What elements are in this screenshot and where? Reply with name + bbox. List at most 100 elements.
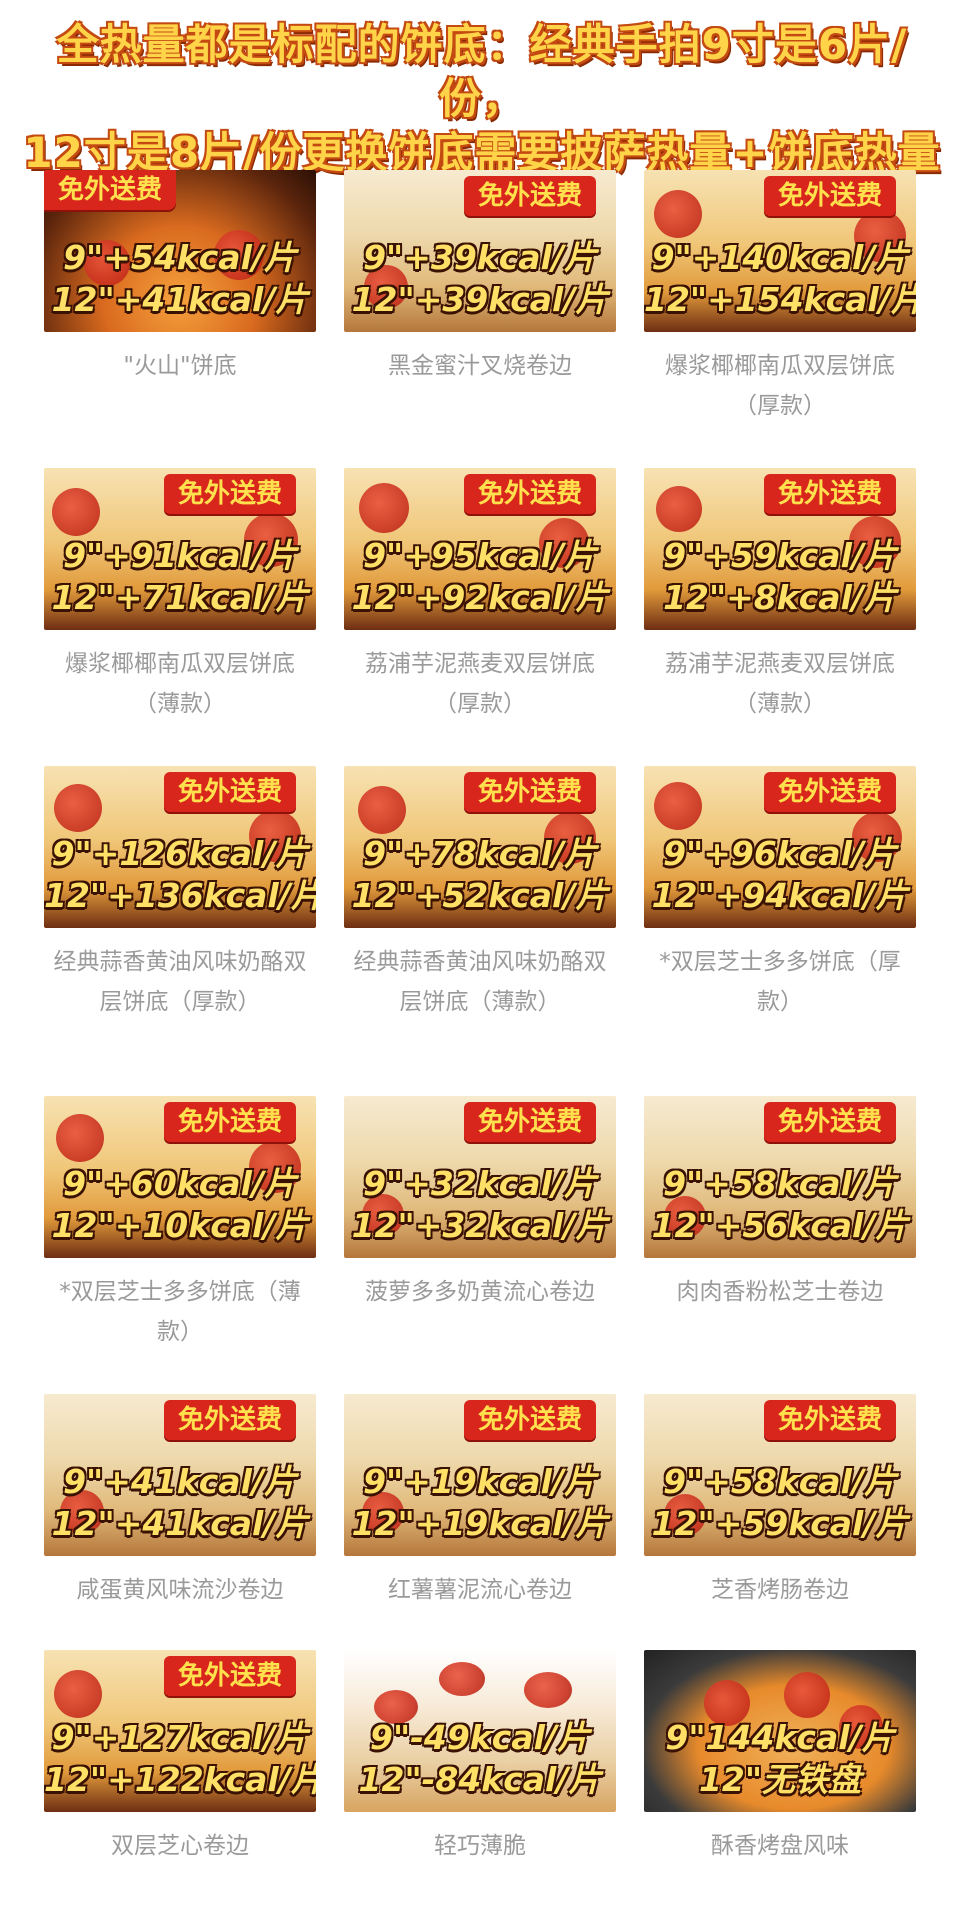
kcal-12-inch: 12"+56kcal/片	[651, 1206, 909, 1245]
pepperoni-decoration	[359, 483, 409, 533]
kcal-9-inch: 9"+19kcal/片	[363, 1462, 597, 1501]
kcal-12-inch: 12"无铁盘	[698, 1760, 862, 1799]
crust-card-double-cheese-stuffed[interactable]: 免外送费 9"+127kcal/片 12"+122kcal/片 双层芝心卷边	[44, 1650, 316, 1866]
free-delivery-badge: 免外送费	[763, 1400, 896, 1440]
free-delivery-badge: 免外送费	[763, 1102, 896, 1142]
kcal-12-inch: 12"+8kcal/片	[663, 578, 897, 617]
crust-card-salted-egg-yolk[interactable]: 免外送费 9"+41kcal/片 12"+41kcal/片 咸蛋黄风味流沙卷边	[44, 1394, 316, 1610]
kcal-12-inch: 12"+122kcal/片	[44, 1760, 316, 1799]
crust-card-taro-oat-thin[interactable]: 免外送费 9"+59kcal/片 12"+8kcal/片 荔浦芋泥燕麦双层饼底（…	[644, 468, 916, 724]
pizza-thumbnail: 免外送费 9"+41kcal/片 12"+41kcal/片	[44, 1394, 316, 1556]
kcal-9-inch: 9"+127kcal/片	[51, 1718, 309, 1757]
crust-card-taro-oat-thick[interactable]: 免外送费 9"+95kcal/片 12"+92kcal/片 荔浦芋泥燕麦双层饼底…	[344, 468, 616, 724]
pepperoni-decoration	[52, 488, 100, 536]
crust-card-pineapple-custard[interactable]: 免外送费 9"+32kcal/片 12"+32kcal/片 菠萝多多奶黄流心卷边	[344, 1096, 616, 1312]
pizza-thumbnail: 9"144kcal/片 12"无铁盘	[644, 1650, 916, 1812]
kcal-12-inch: 12"+154kcal/片	[644, 280, 916, 319]
page: 全热量都是标配的饼底：经典手拍9寸是6片/份， 12寸是8片/份更换饼底需要披萨…	[0, 0, 964, 1920]
crust-name-label: 经典蒜香黄油风味奶酪双层饼底（厚款）	[53, 949, 307, 1015]
kcal-12-inch: 12"+19kcal/片	[351, 1504, 609, 1543]
kcal-12-inch: 12"-84kcal/片	[358, 1760, 602, 1799]
crust-card-coconut-pumpkin-thick[interactable]: 免外送费 9"+140kcal/片 12"+154kcal/片 爆浆椰椰南瓜双层…	[644, 170, 916, 426]
free-delivery-badge: 免外送费	[763, 772, 896, 812]
kcal-9-inch: 9"+54kcal/片	[63, 238, 297, 277]
kcal-9-inch: 9"+91kcal/片	[63, 536, 297, 575]
pepperoni-decoration	[439, 1662, 485, 1696]
crust-card-light-crispy[interactable]: 9"-49kcal/片 12"-84kcal/片 轻巧薄脆	[344, 1650, 616, 1866]
free-delivery-badge: 免外送费	[44, 170, 177, 210]
kcal-9-inch: 9"+32kcal/片	[363, 1164, 597, 1203]
pepperoni-decoration	[784, 1672, 830, 1718]
kcal-12-inch: 12"+10kcal/片	[51, 1206, 309, 1245]
pepperoni-decoration	[56, 1114, 104, 1162]
pizza-thumbnail: 免外送费 9"+91kcal/片 12"+71kcal/片	[44, 468, 316, 630]
pizza-thumbnail: 免外送费 9"+96kcal/片 12"+94kcal/片	[644, 766, 916, 928]
crust-name-label: 芝香烤肠卷边	[711, 1577, 849, 1603]
crust-card-pan-baked[interactable]: 9"144kcal/片 12"无铁盘 酥香烤盘风味	[644, 1650, 916, 1866]
crust-name-label: 爆浆椰椰南瓜双层饼底（厚款）	[665, 353, 895, 419]
pizza-thumbnail: 免外送费 9"+95kcal/片 12"+92kcal/片	[344, 468, 616, 630]
pizza-thumbnail: 免外送费 9"+127kcal/片 12"+122kcal/片	[44, 1650, 316, 1812]
kcal-12-inch: 12"+41kcal/片	[51, 1504, 309, 1543]
pizza-thumbnail: 免外送费 9"+59kcal/片 12"+8kcal/片	[644, 468, 916, 630]
free-delivery-badge: 免外送费	[163, 474, 296, 514]
crust-card-garlic-butter-cheese-thin[interactable]: 免外送费 9"+78kcal/片 12"+52kcal/片 经典蒜香黄油风味奶酪…	[344, 766, 616, 1022]
crust-card-garlic-butter-cheese-thick[interactable]: 免外送费 9"+126kcal/片 12"+136kcal/片 经典蒜香黄油风味…	[44, 766, 316, 1022]
crust-card-double-cheese-thick[interactable]: 免外送费 9"+96kcal/片 12"+94kcal/片 *双层芝士多多饼底（…	[644, 766, 916, 1022]
kcal-12-inch: 12"+41kcal/片	[51, 280, 309, 319]
free-delivery-badge: 免外送费	[463, 1102, 596, 1142]
pepperoni-decoration	[54, 784, 102, 832]
crust-name-label: 咸蛋黄风味流沙卷边	[76, 1577, 284, 1603]
pizza-thumbnail: 免外送费 9"+58kcal/片 12"+56kcal/片	[644, 1096, 916, 1258]
kcal-9-inch: 9"+58kcal/片	[663, 1164, 897, 1203]
kcal-9-inch: 9"+78kcal/片	[363, 834, 597, 873]
crust-card-sweet-potato[interactable]: 免外送费 9"+19kcal/片 12"+19kcal/片 红薯薯泥流心卷边	[344, 1394, 616, 1610]
pizza-thumbnail: 免外送费 9"+140kcal/片 12"+154kcal/片	[644, 170, 916, 332]
crust-name-label: 经典蒜香黄油风味奶酪双层饼底（薄款）	[353, 949, 607, 1015]
pizza-thumbnail: 免外送费 9"+78kcal/片 12"+52kcal/片	[344, 766, 616, 928]
pepperoni-decoration	[358, 786, 406, 834]
kcal-12-inch: 12"+136kcal/片	[44, 876, 316, 915]
free-delivery-badge: 免外送费	[163, 1102, 296, 1142]
header-line-1: 全热量都是标配的饼底：经典手拍9寸是6片/份，	[56, 20, 908, 123]
crust-name-label: *双层芝士多多饼底（薄款）	[59, 1279, 301, 1345]
pizza-thumbnail: 免外送费 9"+58kcal/片 12"+59kcal/片	[644, 1394, 916, 1556]
kcal-9-inch: 9"+140kcal/片	[651, 238, 909, 277]
crust-card-coconut-pumpkin-thin[interactable]: 免外送费 9"+91kcal/片 12"+71kcal/片 爆浆椰椰南瓜双层饼底…	[44, 468, 316, 724]
crust-name-label: *双层芝士多多饼底（厚款）	[659, 949, 901, 1015]
crust-name-label: 爆浆椰椰南瓜双层饼底（薄款）	[65, 651, 295, 717]
crust-name-label: 肉肉香粉松芝士卷边	[676, 1279, 884, 1305]
crust-name-label: "火山"饼底	[123, 353, 237, 379]
crust-name-label: 黑金蜜汁叉烧卷边	[388, 353, 572, 379]
kcal-9-inch: 9"+96kcal/片	[663, 834, 897, 873]
kcal-9-inch: 9"+41kcal/片	[63, 1462, 297, 1501]
pepperoni-decoration	[656, 486, 702, 532]
pizza-thumbnail: 免外送费 9"+54kcal/片 12"+41kcal/片	[44, 170, 316, 332]
kcal-12-inch: 12"+71kcal/片	[51, 578, 309, 617]
crust-name-label: 菠萝多多奶黄流心卷边	[365, 1279, 595, 1305]
pizza-thumbnail: 9"-49kcal/片 12"-84kcal/片	[344, 1650, 616, 1812]
crust-name-label: 轻巧薄脆	[434, 1833, 526, 1859]
pepperoni-decoration	[654, 782, 702, 830]
free-delivery-badge: 免外送费	[163, 772, 296, 812]
free-delivery-badge: 免外送费	[763, 176, 896, 216]
free-delivery-badge: 免外送费	[463, 772, 596, 812]
crust-card-double-cheese-thin[interactable]: 免外送费 9"+60kcal/片 12"+10kcal/片 *双层芝士多多饼底（…	[44, 1096, 316, 1352]
kcal-9-inch: 9"+60kcal/片	[63, 1164, 297, 1203]
crust-name-label: 双层芝心卷边	[111, 1833, 249, 1859]
pepperoni-decoration	[524, 1672, 572, 1708]
crust-card-cheese-sausage[interactable]: 免外送费 9"+58kcal/片 12"+59kcal/片 芝香烤肠卷边	[644, 1394, 916, 1610]
pizza-thumbnail: 免外送费 9"+60kcal/片 12"+10kcal/片	[44, 1096, 316, 1258]
pepperoni-decoration	[654, 190, 702, 238]
kcal-12-inch: 12"+94kcal/片	[651, 876, 909, 915]
free-delivery-badge: 免外送费	[763, 474, 896, 514]
kcal-9-inch: 9"-49kcal/片	[370, 1718, 590, 1757]
crust-card-volcano[interactable]: 免外送费 9"+54kcal/片 12"+41kcal/片 "火山"饼底	[44, 170, 316, 386]
pizza-thumbnail: 免外送费 9"+32kcal/片 12"+32kcal/片	[344, 1096, 616, 1258]
crust-card-black-gold-bbq-pork[interactable]: 免外送费 9"+39kcal/片 12"+39kcal/片 黑金蜜汁叉烧卷边	[344, 170, 616, 386]
kcal-9-inch: 9"+39kcal/片	[363, 238, 597, 277]
kcal-9-inch: 9"+58kcal/片	[663, 1462, 897, 1501]
kcal-12-inch: 12"+52kcal/片	[351, 876, 609, 915]
crust-card-meat-floss-cheese[interactable]: 免外送费 9"+58kcal/片 12"+56kcal/片 肉肉香粉松芝士卷边	[644, 1096, 916, 1312]
kcal-12-inch: 12"+59kcal/片	[651, 1504, 909, 1543]
